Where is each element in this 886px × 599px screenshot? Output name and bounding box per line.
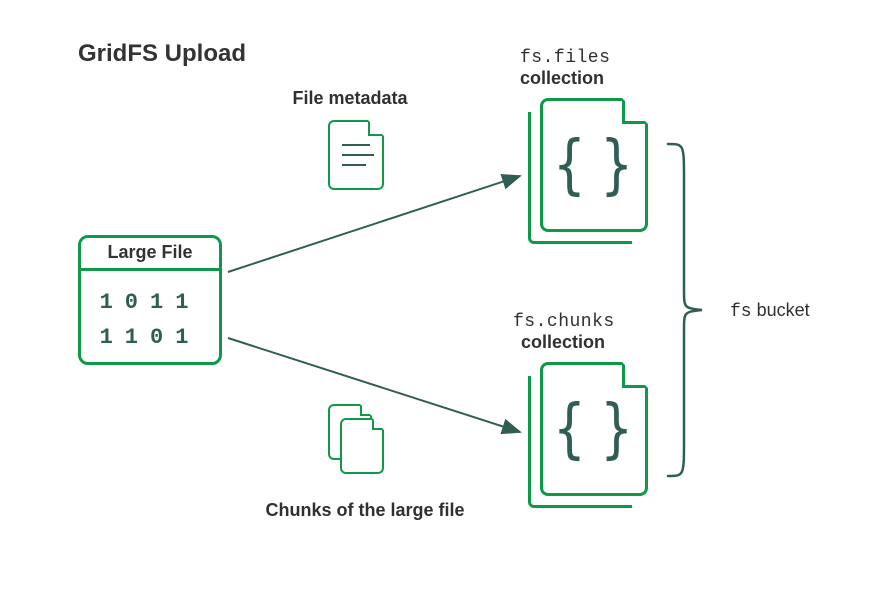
text-line-icon	[342, 164, 366, 166]
arrow-to-files	[228, 176, 520, 272]
braces-icon: {}	[540, 128, 649, 203]
file-metadata-icon	[328, 120, 384, 190]
page-corner-icon	[622, 362, 648, 388]
files-collection-code: fs.files	[520, 48, 610, 68]
curly-brace-icon	[660, 140, 710, 480]
bucket-label: fs bucket	[730, 300, 810, 322]
page-icon	[340, 418, 384, 474]
page-corner-icon	[622, 98, 648, 124]
files-collection-icon: {}	[528, 98, 648, 248]
page-corner-icon	[372, 418, 384, 430]
bits-row: 1011	[100, 290, 201, 315]
text-line-icon	[342, 154, 374, 156]
bucket-word: bucket	[757, 300, 810, 320]
chunks-label: Chunks of the large file	[245, 500, 485, 521]
chunks-collection-label: fs.chunks collection	[513, 310, 615, 353]
json-doc-icon: {}	[540, 362, 648, 496]
braces-icon: {}	[540, 392, 649, 467]
chunks-icon	[328, 404, 388, 476]
text-line-icon	[342, 144, 370, 146]
diagram-title: GridFS Upload	[78, 40, 246, 68]
chunks-collection-code: fs.chunks	[513, 312, 615, 332]
binary-data-icon: 1011 1101	[81, 271, 219, 365]
bits-row: 1101	[100, 325, 201, 350]
page-corner-icon	[368, 120, 384, 136]
metadata-label: File metadata	[270, 88, 430, 109]
chunks-collection-icon: {}	[528, 362, 648, 512]
large-file-header: Large File	[81, 238, 219, 271]
json-doc-icon: {}	[540, 98, 648, 232]
large-file-box: Large File 1011 1101	[78, 235, 222, 365]
files-collection-label: fs.files collection	[520, 46, 610, 89]
files-collection-word: collection	[520, 68, 604, 88]
bucket-code: fs	[730, 302, 752, 322]
chunks-collection-word: collection	[513, 332, 605, 352]
page-corner-icon	[360, 404, 372, 416]
